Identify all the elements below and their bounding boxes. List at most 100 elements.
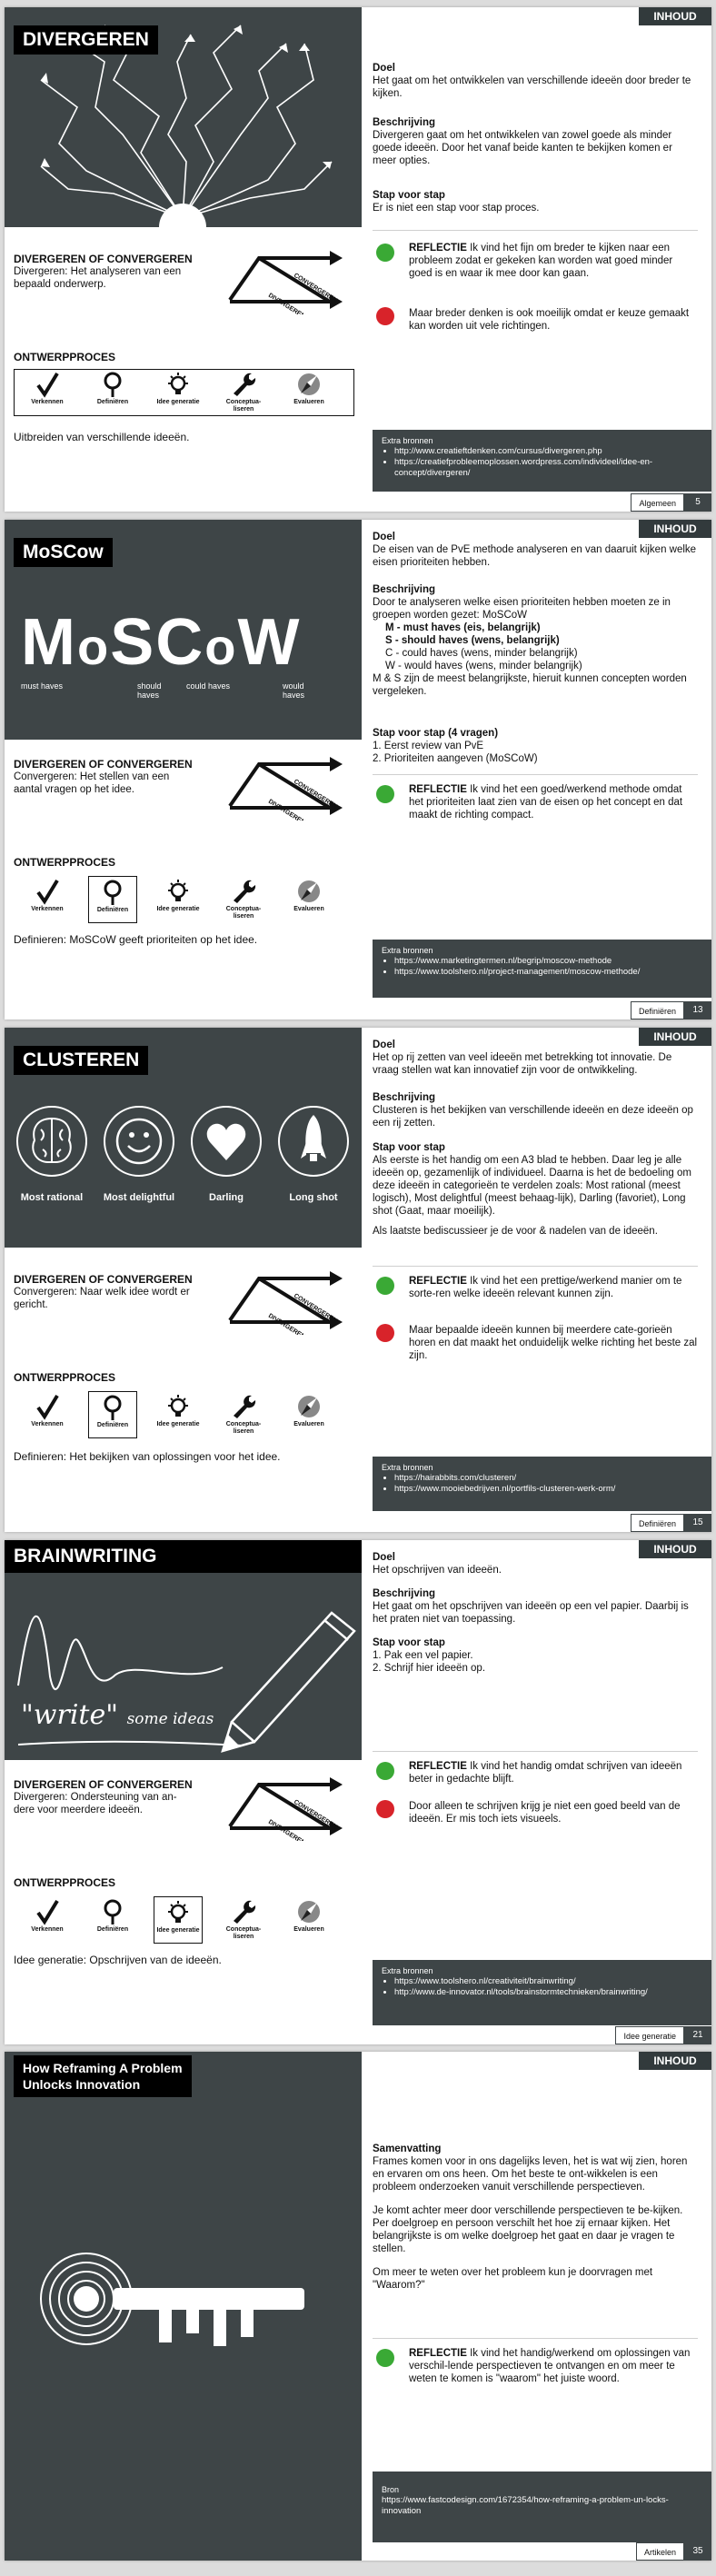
ontwerpproces-steps: Verkennen Definiëren Idee generatie Conc… [14, 369, 354, 416]
dc-text: Divergeren: Het analyseren van een bepaa… [14, 266, 182, 290]
stap-heading: Stap voor stap [373, 1142, 445, 1153]
cluster-label: Darling [209, 1192, 244, 1203]
source-link[interactable]: https://hairabbits.com/clusteren/ [394, 1473, 702, 1484]
ontwerpproces-heading: ONTWERPPROCES [14, 1876, 116, 1889]
page-number: 21 [684, 2026, 711, 2044]
reflectie-negative: Maar bepaalde ideeën kunnen bij meerdere… [373, 1324, 698, 1362]
list-item: C - could haves (wens, minder belangrijk… [385, 648, 578, 659]
stap-heading: Stap voor stap [373, 190, 445, 201]
reflectie-heading: REFLECTIE [409, 1761, 467, 1772]
samenvatting-text: Frames komen voor in ons dagelijks leven… [373, 2156, 688, 2193]
checkmark-icon [36, 372, 59, 398]
dc-heading: DIVERGEREN OF CONVERGEREN [14, 1778, 193, 1791]
op-step-conceptualiseren: Conceptua-liseren [219, 1896, 268, 1944]
beschrijving-section: Beschrijving Het gaat om het opschrijven… [373, 1587, 698, 1626]
summary-text: Definieren: Het bekijken van oplossingen… [14, 1450, 281, 1463]
happy-face-icon [376, 2349, 394, 2367]
op-step-evalueren: Evalueren [284, 876, 333, 923]
dc-text: Convergeren: Het stellen van een aantal … [14, 771, 170, 795]
compass-icon [298, 1396, 320, 1417]
compass-icon [298, 880, 320, 902]
happy-face-icon [376, 1277, 394, 1295]
lightbulb-icon [168, 1901, 188, 1923]
beschrijving-heading: Beschrijving [373, 1588, 436, 1599]
dc-heading: DIVERGEREN OF CONVERGEREN [14, 1273, 193, 1286]
doel-heading: Doel [373, 63, 395, 74]
op-step-verkennen: Verkennen [23, 369, 72, 416]
inhoud-tag[interactable]: INHOUD [639, 2052, 711, 2070]
page-footer: Idee generatie 21 [615, 2026, 711, 2044]
stap-text: Er is niet een stap voor stap proces. [373, 203, 540, 214]
diagram-label-convergeren: CONVERGEREN [293, 273, 338, 304]
op-step-definieren: Definiëren [88, 369, 137, 416]
reflectie-negative: Door alleen te schrijven krijg je niet e… [373, 1800, 698, 1825]
op-step-definieren: Definiëren [88, 1391, 137, 1438]
source-link[interactable]: https://www.toolshero.nl/project-managem… [394, 967, 702, 978]
sources-panel: Extra bronnen https://www.marketingterme… [373, 940, 711, 998]
reflectie-heading: REFLECTIE [409, 784, 467, 795]
sad-face-icon [376, 1800, 394, 1818]
page-title: CLUSTEREN [14, 1046, 149, 1075]
beschrijving-heading: Beschrijving [373, 117, 436, 128]
page-number: 13 [684, 1001, 711, 1019]
op-step-definieren: Definiëren [88, 1896, 137, 1944]
reflectie-positive: REFLECTIE Ik vind het handig omdat schri… [373, 1760, 698, 1785]
magnifier-icon [104, 1395, 122, 1420]
page-reframing: How Reframing A Problem Unlocks Innovati… [5, 2052, 711, 2561]
divider [373, 774, 698, 775]
divergeren-convergeren-diagram: CONVERGEREN DIVERGEREN [228, 1777, 343, 1841]
beschrijving-text: Clusteren is het bekijken van verschille… [373, 1105, 693, 1129]
sources-heading: Extra bronnen [382, 436, 433, 445]
beschrijving-text-2: M & S zijn de meest belangrijkste, hieru… [373, 673, 687, 697]
stap-voor-stap-section: Stap voor stap Er is niet een stap voor … [373, 189, 698, 214]
page-number: 35 [684, 2542, 711, 2561]
source-link[interactable]: https://creatiefprobleemoplossen.wordpre… [394, 457, 702, 479]
source-link[interactable]: https://www.toolshero.nl/creativiteit/br… [394, 1976, 702, 1987]
op-step-idee-generatie: Idee generatie [154, 1391, 203, 1438]
summary-text: Idee generatie: Opschrijven van de ideeë… [14, 1954, 222, 1966]
op-step-idee-generatie: Idee generatie [154, 1896, 203, 1944]
samenvatting-section: Samenvatting Frames komen voor in ons da… [373, 2143, 698, 2292]
step-item: 2. Prioriteiten aangeven (MoSCoW) [373, 753, 538, 764]
doel-section: Doel Het opschrijven van ideeën. [373, 1551, 698, 1576]
source-link[interactable]: http://www.de-innovator.nl/tools/brainst… [394, 1987, 702, 1998]
footer-section-label: Algemeen [631, 493, 684, 512]
op-step-verkennen: Verkennen [23, 876, 72, 923]
samenvatting-text-2: Je komt achter meer door verschillende p… [373, 2205, 683, 2254]
cluster-label: Most rational [21, 1192, 83, 1203]
beschrijving-section: Beschrijving Clusteren is het bekijken v… [373, 1091, 698, 1129]
source-link[interactable]: https://www.fastcodesign.com/1672354/how… [382, 2495, 702, 2517]
doel-heading: Doel [373, 532, 395, 542]
heart-icon [206, 1123, 246, 1160]
sources-heading: Extra bronnen [382, 1966, 433, 1975]
reflectie-positive: REFLECTIE Ik vind het fijn om breder te … [373, 242, 698, 280]
checkmark-icon [36, 1394, 59, 1420]
rocket-icon [301, 1115, 326, 1161]
divergeren-convergeren-diagram: CONVERGEREN DIVERGEREN [228, 251, 343, 314]
lightbulb-icon [168, 1395, 188, 1417]
source-link[interactable]: https://www.marketingtermen.nl/begrip/mo… [394, 956, 702, 967]
page-title: MoSCow [14, 538, 113, 567]
sad-face-icon [376, 307, 394, 325]
lightbulb-icon [168, 880, 188, 901]
inhoud-tag[interactable]: INHOUD [639, 7, 711, 25]
stap-text: Als eerste is het handig om een A3 blad … [373, 1155, 691, 1217]
sources-panel: Extra bronnen http://www.creatieftdenken… [373, 430, 711, 492]
ontwerpproces-heading: ONTWERPPROCES [14, 1371, 116, 1384]
brain-icon [32, 1118, 72, 1163]
beschrijving-text: Divergeren gaat om het ontwikkelen van z… [373, 130, 672, 166]
op-step-verkennen: Verkennen [23, 1896, 72, 1944]
stap-heading: Stap voor stap (4 vragen) [373, 728, 499, 739]
ontwerpproces-heading: ONTWERPPROCES [14, 856, 116, 869]
beschrijving-section: Beschrijving Door te analyseren welke ei… [373, 583, 698, 698]
wrench-icon [234, 373, 256, 396]
reflectie-negative-text: Maar bepaalde ideeën kunnen bij meerdere… [409, 1325, 698, 1361]
beschrijving-heading: Beschrijving [373, 1092, 436, 1103]
source-link[interactable]: https://www.mooiebedrijven.nl/portfils-c… [394, 1484, 702, 1495]
step-item: 1. Pak een vel papier. [373, 1650, 473, 1661]
key-illustration [5, 2052, 362, 2561]
sources-heading: Extra bronnen [382, 1463, 433, 1472]
op-step-definieren: Definiëren [88, 876, 137, 923]
magnifier-icon [104, 1899, 122, 1925]
source-link[interactable]: http://www.creatieftdenken.com/cursus/di… [394, 446, 702, 457]
